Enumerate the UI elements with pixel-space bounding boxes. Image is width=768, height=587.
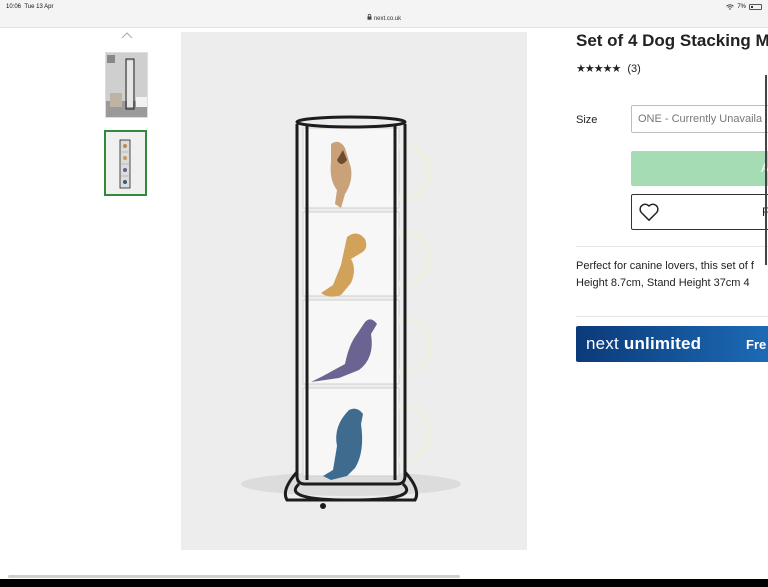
- size-label: Size: [576, 114, 598, 126]
- chevron-up-icon[interactable]: [119, 30, 135, 40]
- add-to-bag-button[interactable]: A: [631, 151, 768, 186]
- status-time: 10:06 Tue 13 Apr: [6, 4, 54, 10]
- dog-mug-stack-image: [181, 32, 527, 550]
- favourite-button[interactable]: F: [631, 194, 768, 230]
- scroll-indicator: [765, 75, 767, 265]
- thumbnail-image-room: [106, 53, 147, 117]
- main-product-image[interactable]: [181, 32, 527, 550]
- wifi-icon: [726, 4, 735, 10]
- url-text: next.co.uk: [373, 16, 402, 22]
- description-line-1: Perfect for canine lovers, this set of f: [576, 260, 754, 272]
- battery-percent: 7%: [737, 4, 746, 10]
- horizontal-scrollbar[interactable]: [8, 575, 460, 578]
- status-right: 7%: [726, 4, 762, 10]
- divider: [576, 246, 768, 247]
- address-bar[interactable]: next.co.uk: [0, 14, 768, 22]
- star-rating-icon: ★★★★★: [576, 63, 621, 75]
- next-unlimited-logo: next unlimited: [586, 334, 701, 354]
- description-line-2: Height 8.7cm, Stand Height 37cm 4: [576, 277, 750, 289]
- lock-icon: [367, 14, 372, 20]
- heart-icon: [639, 203, 659, 221]
- product-title: Set of 4 Dog Stacking M: [576, 31, 768, 50]
- product-description: Perfect for canine lovers, this set of f…: [576, 258, 768, 292]
- size-select[interactable]: ONE - Currently Unavaila: [631, 105, 768, 133]
- brand-unlimited: unlimited: [623, 334, 702, 353]
- browser-page: 10:06 Tue 13 Apr next.co.uk 7% Set of 4 …: [0, 0, 768, 587]
- banner-cta: Fre: [746, 337, 767, 352]
- thumbnail-image-product: [106, 132, 145, 194]
- screen-bezel: [0, 579, 768, 587]
- brand-next: next: [586, 334, 619, 353]
- next-unlimited-banner[interactable]: next unlimited Fre: [576, 326, 768, 362]
- time-text: 10:06: [6, 4, 22, 10]
- date-text: Tue 13 Apr: [24, 4, 54, 10]
- thumbnail-1[interactable]: [105, 52, 148, 118]
- divider: [576, 316, 768, 317]
- status-bar: 10:06 Tue 13 Apr next.co.uk 7%: [0, 0, 768, 28]
- review-count[interactable]: (3): [627, 63, 640, 75]
- battery-icon: [749, 4, 762, 10]
- product-rating[interactable]: ★★★★★ (3): [576, 62, 641, 76]
- thumbnail-2[interactable]: [104, 130, 147, 196]
